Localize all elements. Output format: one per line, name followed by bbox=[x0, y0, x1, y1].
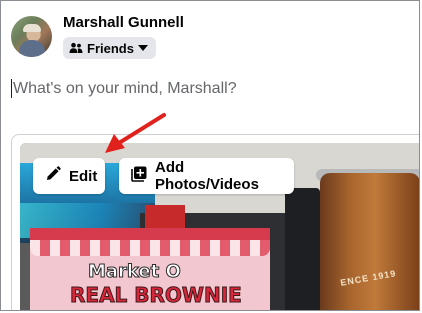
edit-button[interactable]: Edit bbox=[33, 158, 105, 194]
friends-icon bbox=[69, 42, 83, 54]
edit-label: Edit bbox=[69, 167, 98, 185]
audience-label: Friends bbox=[87, 40, 134, 56]
box-brand-text: Market O bbox=[88, 261, 182, 283]
user-name: Marshall Gunnell bbox=[63, 14, 184, 31]
add-photos-label: Add Photos/Videos bbox=[155, 159, 259, 193]
add-photos-videos-button[interactable]: Add Photos/Videos bbox=[119, 158, 294, 194]
post-text-input[interactable]: What's on your mind, Marshall? bbox=[11, 79, 237, 98]
post-text-placeholder: What's on your mind, Marshall? bbox=[13, 79, 237, 97]
text-cursor bbox=[11, 79, 12, 98]
caret-down-icon bbox=[137, 45, 148, 51]
post-composer-dialog: Marshall Gunnell Friends What's on your … bbox=[0, 0, 420, 311]
add-photo-icon bbox=[131, 166, 147, 186]
box-product-text: REAL BROWNIE bbox=[70, 283, 243, 308]
audience-selector[interactable]: Friends bbox=[63, 37, 156, 59]
avatar bbox=[11, 16, 52, 57]
pencil-icon bbox=[45, 166, 61, 186]
